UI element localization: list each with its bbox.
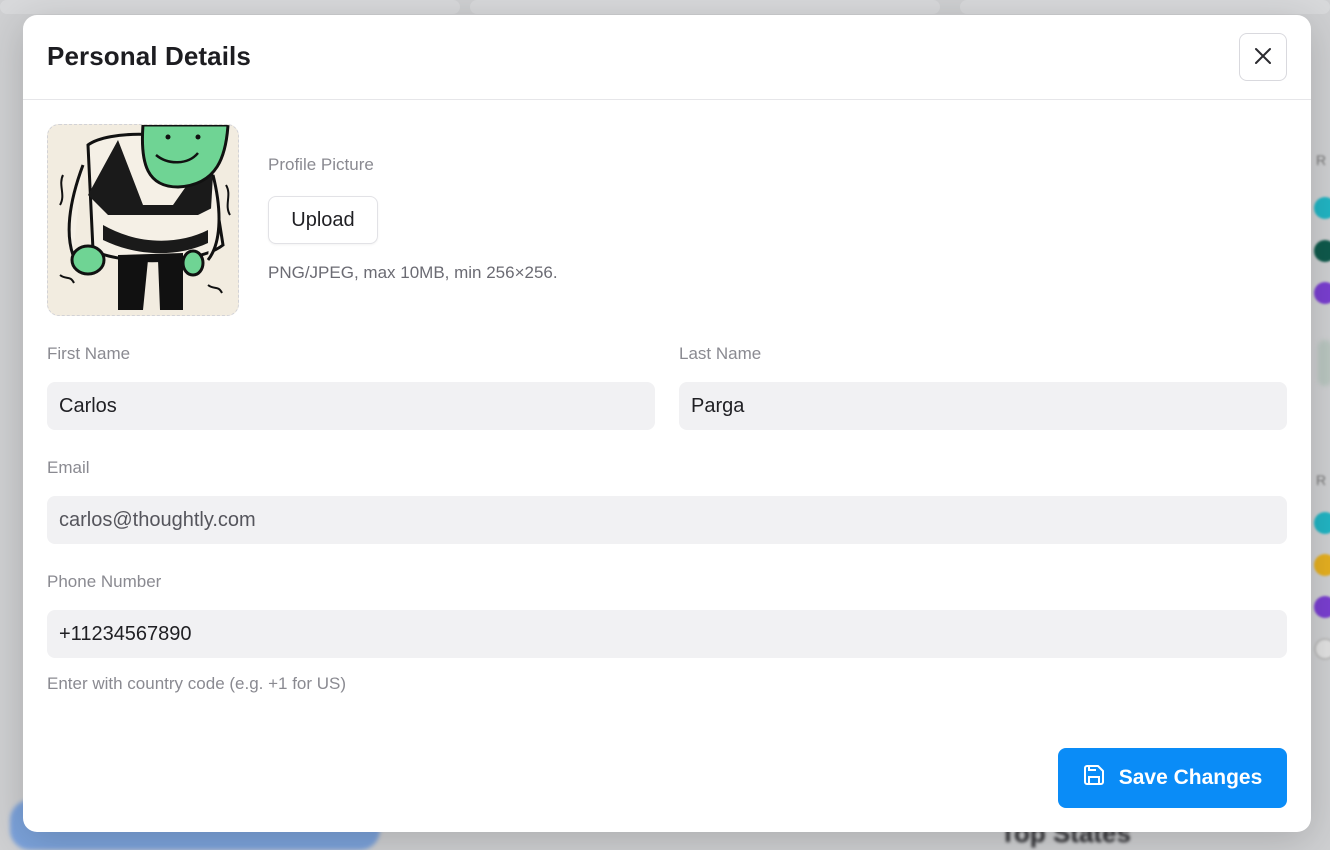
save-changes-label: Save Changes — [1118, 766, 1263, 789]
bg-label: R — [1316, 472, 1327, 488]
bg-bar — [1318, 340, 1330, 386]
first-name-input[interactable] — [47, 382, 655, 430]
bg-label: R — [1316, 152, 1327, 168]
bg-legend-dot — [1314, 197, 1330, 219]
profile-picture-hint: PNG/JPEG, max 10MB, min 256×256. — [268, 263, 558, 282]
personal-details-modal: Personal Details Profile Picture Upload … — [23, 15, 1311, 832]
bg-legend-dot — [1314, 512, 1330, 534]
profile-picture-label: Profile Picture — [268, 155, 374, 174]
bg-legend-dot — [1314, 282, 1330, 304]
save-changes-button[interactable]: Save Changes — [1058, 748, 1287, 808]
phone-help-text: Enter with country code (e.g. +1 for US) — [47, 674, 347, 693]
first-name-label: First Name — [47, 344, 131, 363]
bg-legend-dot — [1314, 638, 1330, 660]
close-icon — [1254, 47, 1272, 68]
bg-legend-dot — [1314, 240, 1330, 262]
bg-panel — [0, 0, 460, 14]
modal-title: Personal Details — [47, 41, 251, 71]
profile-avatar[interactable] — [47, 124, 239, 316]
avatar-illustration — [48, 125, 238, 315]
modal-header: Personal Details — [23, 15, 1311, 100]
save-icon — [1083, 764, 1105, 792]
bg-panel — [470, 0, 940, 14]
last-name-input[interactable] — [679, 382, 1287, 430]
email-label: Email — [47, 458, 90, 477]
bg-legend-dot — [1314, 596, 1330, 618]
close-button[interactable] — [1239, 33, 1287, 81]
bg-legend-dot — [1314, 554, 1330, 576]
phone-label: Phone Number — [47, 572, 162, 591]
phone-input[interactable] — [47, 610, 1287, 658]
email-input[interactable] — [47, 496, 1287, 544]
last-name-label: Last Name — [679, 344, 762, 363]
upload-button[interactable]: Upload — [268, 196, 378, 244]
bg-panel — [960, 0, 1330, 14]
